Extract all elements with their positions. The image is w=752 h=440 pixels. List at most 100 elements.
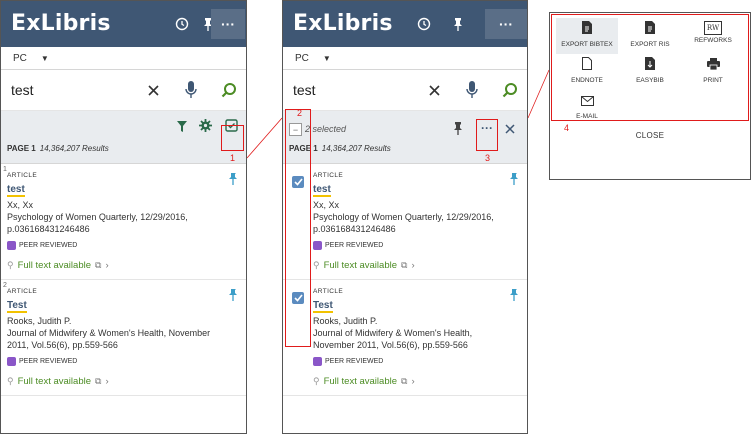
chevron-right-icon: › <box>105 260 109 271</box>
callout-box-1 <box>221 125 244 151</box>
peer-reviewed-badge: PEER REVIEWED <box>313 357 519 366</box>
pin-icon[interactable] <box>509 172 519 190</box>
full-text-link[interactable]: ⚲ Full text available ⧉ › <box>7 260 238 271</box>
more-options-button[interactable]: ··· <box>485 9 527 39</box>
result-item[interactable]: 1 ARTICLE test Xx, Xx Psychology of Wome… <box>1 164 246 280</box>
peer-reviewed-icon <box>313 241 322 250</box>
item-type: ARTICLE <box>7 172 38 179</box>
scope-dropdown[interactable]: PC ▼ <box>1 47 246 70</box>
peer-reviewed-badge: PEER REVIEWED <box>7 241 238 250</box>
search-icon[interactable] <box>218 79 240 101</box>
close-icon[interactable] <box>505 121 515 139</box>
search-bar[interactable]: test <box>1 70 246 111</box>
callout-box-3 <box>476 119 498 151</box>
link-icon: ⚲ <box>7 376 14 386</box>
peer-reviewed-icon <box>313 357 322 366</box>
close-button[interactable]: CLOSE <box>550 131 750 140</box>
history-icon[interactable] <box>171 13 193 35</box>
pin-icon[interactable] <box>228 288 238 306</box>
link-icon: ⚲ <box>313 260 320 270</box>
filter-icon[interactable] <box>177 120 187 138</box>
microphone-icon[interactable] <box>461 79 483 101</box>
callout-number-3: 3 <box>485 153 491 163</box>
peer-reviewed-badge: PEER REVIEWED <box>7 357 238 366</box>
gear-icon[interactable] <box>199 119 212 137</box>
full-text-link[interactable]: ⚲ Full text available ⧉ › <box>313 376 519 387</box>
history-icon[interactable] <box>413 13 435 35</box>
result-item[interactable]: 2 ARTICLE Test Rooks, Judith P. Journal … <box>1 280 246 396</box>
chevron-right-icon: › <box>411 376 415 387</box>
peer-reviewed-label: PEER REVIEWED <box>19 358 78 365</box>
item-authors: Xx, Xx <box>313 200 340 210</box>
callout-number-4: 4 <box>564 123 570 133</box>
search-input[interactable]: test <box>11 82 34 98</box>
export-menu-panel: EXPORT BIBTEX EXPORT RIS RW REFWORKS END… <box>549 12 751 180</box>
callout-box-4 <box>551 14 749 121</box>
peer-reviewed-icon <box>7 357 16 366</box>
results-panel-selected: ExLibris ··· PC ▼ test − 2 selected ··· … <box>282 0 528 434</box>
item-source: Psychology of Women Quarterly, 12/29/201… <box>7 212 188 222</box>
chevron-right-icon: › <box>411 260 415 271</box>
item-type: ARTICLE <box>7 288 38 295</box>
results-toolbar: PAGE 1 14,364,207 Results <box>1 111 246 164</box>
link-icon: ⚲ <box>7 260 14 270</box>
item-number: 2 <box>3 282 7 289</box>
search-bar[interactable]: test <box>283 70 527 111</box>
external-link-icon: ⧉ <box>401 260 408 270</box>
full-text-link[interactable]: ⚲ Full text available ⧉ › <box>7 376 238 387</box>
external-link-icon: ⧉ <box>95 376 102 386</box>
scope-value: PC <box>295 52 309 64</box>
more-icon: ··· <box>221 16 235 32</box>
external-link-icon: ⧉ <box>401 376 408 386</box>
pin-icon[interactable] <box>509 288 519 306</box>
more-icon: ··· <box>499 16 513 32</box>
search-input[interactable]: test <box>293 82 316 98</box>
pin-icon[interactable] <box>228 172 238 190</box>
item-source-cont: November 2011, Vol.56(6), pp.559-566 <box>313 340 468 350</box>
microphone-icon[interactable] <box>180 79 202 101</box>
results-count: 14,364,207 Results <box>321 144 391 153</box>
callout-box-2 <box>285 109 311 347</box>
pin-icon[interactable] <box>453 122 463 140</box>
selected-count: 2 selected <box>305 124 347 134</box>
scope-value: PC <box>13 52 27 64</box>
exlibris-logo: ExLibris <box>293 11 393 36</box>
chevron-down-icon: ▼ <box>322 53 331 63</box>
result-item-selected[interactable]: ARTICLE test Xx, Xx Psychology of Women … <box>283 164 527 280</box>
search-icon[interactable] <box>499 79 521 101</box>
result-item-selected[interactable]: ARTICLE Test Rooks, Judith P. Journal of… <box>283 280 527 396</box>
results-panel-default: ExLibris ··· PC ▼ test PAGE 1 14,364,207 … <box>0 0 247 434</box>
item-source-cont: p.036168431246486 <box>313 224 396 234</box>
more-options-button[interactable]: ··· <box>211 9 245 39</box>
item-authors: Xx, Xx <box>7 200 34 210</box>
item-title[interactable]: test <box>7 184 25 197</box>
peer-reviewed-icon <box>7 241 16 250</box>
app-header: ExLibris ··· <box>283 1 527 47</box>
page-label: PAGE 1 <box>7 144 36 153</box>
item-source: Journal of Midwifery & Women's Health, <box>313 328 473 338</box>
full-text-label: Full text available <box>323 260 397 271</box>
item-authors: Rooks, Judith P. <box>313 316 378 326</box>
results-count: 14,364,207 Results <box>39 144 109 153</box>
full-text-label: Full text available <box>17 376 91 387</box>
item-title[interactable]: test <box>313 184 331 197</box>
scope-dropdown[interactable]: PC ▼ <box>283 47 527 70</box>
results-summary: PAGE 1 14,364,207 Results <box>7 144 109 153</box>
item-type: ARTICLE <box>313 288 344 295</box>
exlibris-logo: ExLibris <box>11 11 111 36</box>
peer-reviewed-label: PEER REVIEWED <box>325 358 384 365</box>
full-text-label: Full text available <box>323 376 397 387</box>
callout-number-1: 1 <box>230 153 236 163</box>
external-link-icon: ⧉ <box>95 260 102 270</box>
item-type: ARTICLE <box>313 172 344 179</box>
full-text-link[interactable]: ⚲ Full text available ⧉ › <box>313 260 519 271</box>
item-authors: Rooks, Judith P. <box>7 316 72 326</box>
close-icon[interactable] <box>423 79 445 101</box>
item-title[interactable]: Test <box>7 300 27 313</box>
item-source: Psychology of Women Quarterly, 12/29/201… <box>313 212 494 222</box>
close-icon[interactable] <box>142 79 164 101</box>
pin-icon[interactable] <box>447 13 469 35</box>
item-source: Journal of Midwifery & Women's Health, N… <box>7 328 211 338</box>
peer-reviewed-label: PEER REVIEWED <box>325 242 384 249</box>
item-title[interactable]: Test <box>313 300 333 313</box>
